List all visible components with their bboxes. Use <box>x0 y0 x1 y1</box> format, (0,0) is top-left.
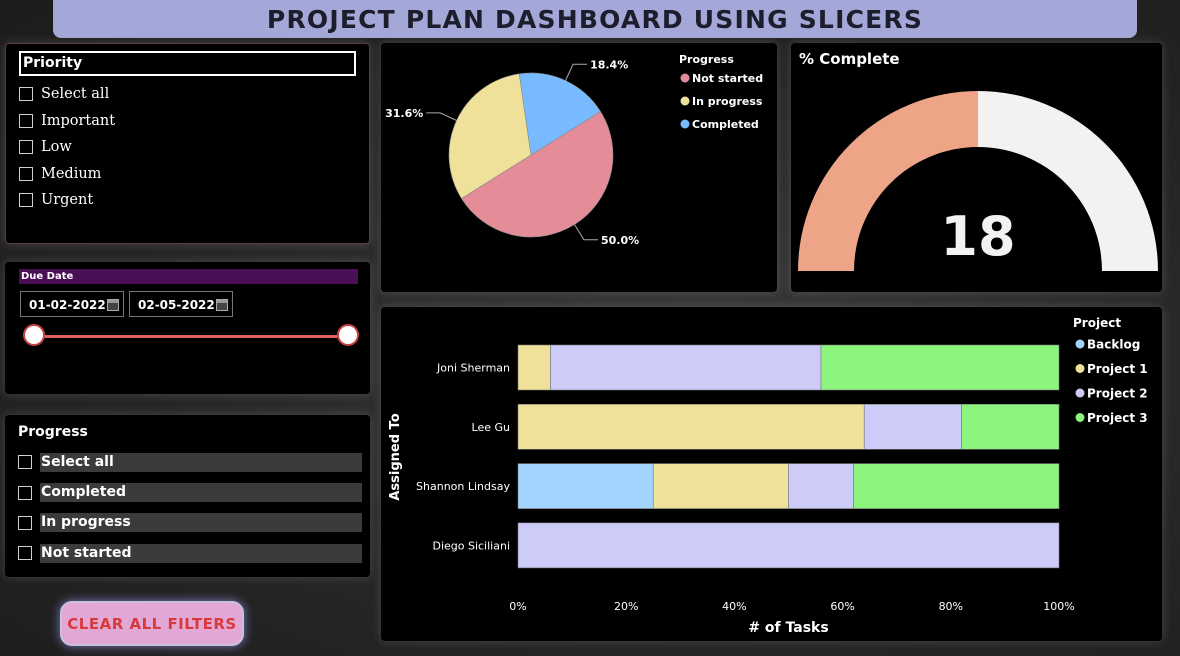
x-tick-label: 60% <box>830 600 854 613</box>
checkbox[interactable] <box>18 515 32 530</box>
checkbox[interactable] <box>19 166 33 181</box>
bar-segment-project-1[interactable] <box>652 463 789 509</box>
tasks-by-assignee-chart: Joni Sherman Lee Gu Shannon Lindsay Diego S… <box>388 316 1148 636</box>
checkbox[interactable] <box>19 113 33 128</box>
pie-data-label: 50.0% <box>601 234 639 247</box>
y-tick-label: Lee Gu <box>472 421 510 434</box>
pie-legend-label[interactable]: Completed <box>692 118 759 131</box>
bar-segment-project-2[interactable] <box>550 344 822 391</box>
progress-slicer: Progress Select all Completed In progres… <box>5 415 370 577</box>
pie-leader-line <box>565 63 588 81</box>
priority-option-low[interactable]: Low <box>19 134 115 161</box>
priority-slicer-title: Priority <box>19 51 356 76</box>
gauge-title: % Complete <box>799 50 900 68</box>
date-range-end-handle[interactable] <box>337 324 359 346</box>
due-date-title: Due Date <box>19 269 358 284</box>
bar-legend-title: Project <box>1073 316 1121 330</box>
bar-legend-swatch <box>1075 413 1085 422</box>
x-tick-label: 20% <box>614 600 638 613</box>
priority-slicer: Priority Select all Important Low Medium… <box>5 43 370 244</box>
bar-legend-label[interactable]: Project 2 <box>1087 387 1148 401</box>
date-range-start-handle[interactable] <box>23 324 45 346</box>
priority-option-important[interactable]: Important <box>19 108 115 135</box>
pie-legend-swatch <box>680 73 690 83</box>
progress-option-select-all[interactable]: Select all <box>18 447 362 477</box>
date-range-track[interactable] <box>35 335 351 338</box>
clear-all-filters-button[interactable]: CLEAR ALL FILTERS <box>60 601 244 646</box>
bar-segment-project-3[interactable] <box>820 344 1060 391</box>
pie-legend-swatch <box>680 119 690 129</box>
percent-complete-panel: % Complete 18 <box>791 43 1162 292</box>
bar-segment-project-2[interactable] <box>517 522 1060 569</box>
y-tick-label: Diego Siciliani <box>432 539 510 552</box>
progress-option-completed[interactable]: Completed <box>18 477 362 507</box>
y-tick-label: Joni Sherman <box>436 362 510 375</box>
checkbox[interactable] <box>18 546 32 561</box>
x-tick-label: 80% <box>939 600 963 613</box>
progress-options: Select all Completed In progress Not sta… <box>18 447 362 569</box>
bar-legend-label[interactable]: Project 1 <box>1087 362 1148 376</box>
dashboard-title: PROJECT PLAN DASHBOARD USING SLICERS <box>53 0 1137 38</box>
bar-segment-project-3[interactable] <box>853 463 1060 509</box>
bar-legend-label[interactable]: Backlog <box>1087 338 1140 352</box>
bar-legend-label[interactable]: Project 3 <box>1087 411 1148 425</box>
x-axis-title: # of Tasks <box>748 620 828 636</box>
bar-segment-project-2[interactable] <box>788 463 854 509</box>
bar-segment-project-3[interactable] <box>961 404 1060 450</box>
tasks-by-assignee-panel: Joni Sherman Lee Gu Shannon Lindsay Diego S… <box>381 307 1162 641</box>
percent-complete-gauge: 18 <box>798 91 1158 271</box>
y-tick-label: Shannon Lindsay <box>416 480 510 493</box>
checkbox[interactable] <box>19 193 33 208</box>
progress-slicer-title: Progress <box>18 424 88 440</box>
bar-legend-swatch <box>1075 388 1085 398</box>
bar-segment-project-2[interactable] <box>863 404 962 450</box>
pie-leader-line <box>426 112 457 121</box>
pie-legend-label[interactable]: In progress <box>692 95 763 108</box>
progress-option-in-progress[interactable]: In progress <box>18 508 362 538</box>
bar-segment-backlog[interactable] <box>517 463 654 509</box>
priority-options: Select all Important Low Medium Urgent <box>19 81 115 214</box>
pie-legend-label[interactable]: Not started <box>692 72 763 85</box>
checkbox[interactable] <box>19 87 33 102</box>
start-date-field[interactable]: 01-02-2022 <box>20 291 124 317</box>
pie-leader-line <box>574 224 598 241</box>
pie-data-label: 31.6% <box>385 107 423 120</box>
bar-segment-project-1[interactable] <box>517 404 865 450</box>
checkbox[interactable] <box>19 140 33 155</box>
bar-segment-project-1[interactable] <box>517 344 551 391</box>
priority-option-select-all[interactable]: Select all <box>19 81 115 108</box>
calendar-icon[interactable] <box>216 299 228 311</box>
progress-pie-chart: 50.0% 31.6% 18.4% Progress Not started In pro… <box>385 53 763 247</box>
bar-legend-swatch <box>1075 364 1085 373</box>
gauge-value: 18 <box>940 205 1015 268</box>
checkbox[interactable] <box>18 455 32 470</box>
bar-legend-swatch <box>1075 339 1085 349</box>
progress-option-not-started[interactable]: Not started <box>18 538 362 568</box>
progress-pie-panel: 50.0% 31.6% 18.4% Progress Not started In pro… <box>381 43 777 292</box>
pie-data-label: 18.4% <box>590 58 628 71</box>
due-date-slicer: Due Date 01-02-2022 02-05-2022 <box>5 262 370 394</box>
y-axis-title: Assigned To <box>388 413 403 500</box>
checkbox[interactable] <box>18 485 32 500</box>
x-tick-label: 100% <box>1043 600 1074 613</box>
x-tick-label: 0% <box>509 600 526 613</box>
calendar-icon[interactable] <box>107 299 119 311</box>
pie-legend-swatch <box>680 96 690 106</box>
priority-option-urgent[interactable]: Urgent <box>19 187 115 214</box>
end-date-field[interactable]: 02-05-2022 <box>129 291 233 317</box>
priority-option-medium[interactable]: Medium <box>19 161 115 188</box>
pie-legend-title: Progress <box>679 53 734 66</box>
x-tick-label: 40% <box>722 600 746 613</box>
